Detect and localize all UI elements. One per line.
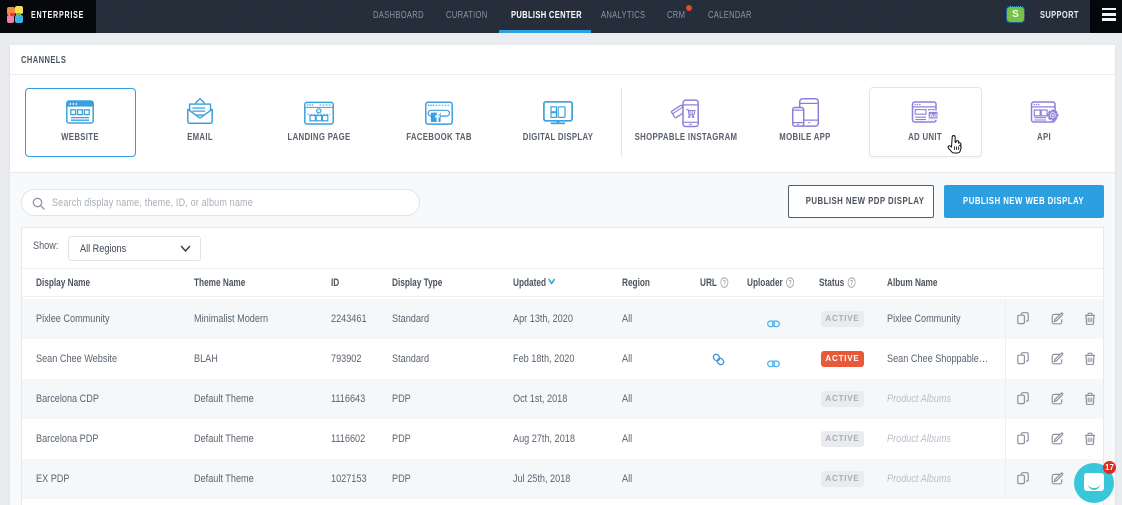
svg-text:?: ?: [850, 279, 853, 287]
svg-text:?: ?: [722, 279, 725, 287]
svg-text:?: ?: [788, 279, 791, 287]
svg-text:Ad: Ad: [929, 114, 937, 120]
